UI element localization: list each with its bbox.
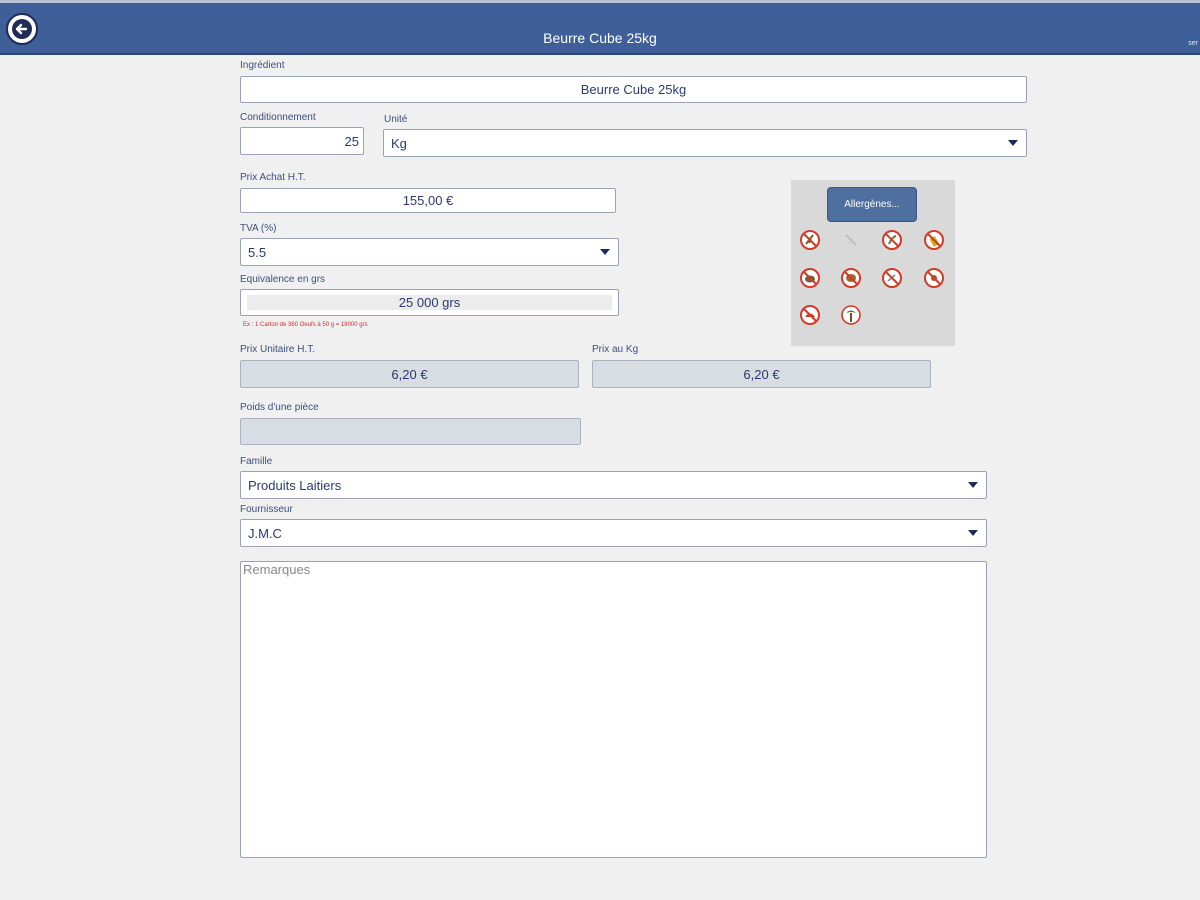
conditionnement-input[interactable]: 25 [240, 127, 364, 155]
no-nuts-icon[interactable] [840, 267, 862, 289]
equivalence-field[interactable]: 25 000 grs [240, 289, 619, 316]
unite-label: Unité [384, 114, 408, 125]
remarques-legend: Remarques [243, 562, 313, 577]
prix-achat-input[interactable]: 155,00 € [240, 188, 616, 213]
page-title: Beurre Cube 25kg [543, 30, 657, 46]
no-mollusc-icon[interactable] [799, 304, 821, 326]
prix-unitaire-label: Prix Unitaire H.T. [240, 344, 316, 355]
no-sesame-icon[interactable] [881, 229, 903, 251]
fournisseur-value: J.M.C [248, 525, 282, 541]
remarques-textarea[interactable]: Remarques [240, 561, 987, 858]
no-egg-icon[interactable] [923, 267, 945, 289]
allergens-button[interactable]: Allergènes... [827, 187, 917, 222]
allergen-panel: Allergènes... [791, 180, 955, 346]
fournisseur-select[interactable]: J.M.C [240, 519, 987, 547]
no-lupin-icon[interactable] [840, 229, 862, 251]
prix-kg-field: 6,20 € [592, 360, 931, 388]
famille-value: Produits Laitiers [248, 477, 342, 493]
no-gluten-icon[interactable] [799, 229, 821, 251]
tva-value: 5.5 [248, 244, 267, 260]
prix-kg-label: Prix au Kg [592, 344, 639, 355]
poids-piece-label: Poids d'une pièce [240, 402, 319, 413]
top-bar: Beurre Cube 25kg ser [0, 0, 1200, 55]
equivalence-label: Equivalence en grs [240, 274, 326, 285]
unite-value: Kg [391, 135, 407, 151]
chevron-down-icon [968, 482, 978, 488]
no-fish-icon[interactable] [881, 267, 903, 289]
ingredient-input[interactable]: Beurre Cube 25kg [240, 76, 1027, 103]
no-celery-icon[interactable] [840, 304, 862, 326]
equivalence-hint: Ex : 1 Carton de 360 Oeufs à 50 g = 1800… [243, 322, 368, 328]
equivalence-value: 25 000 grs [247, 295, 612, 310]
header-corner-text: ser [1188, 40, 1198, 47]
ingredient-label: Ingrédient [240, 60, 285, 71]
unite-select[interactable]: Kg [383, 129, 1027, 157]
conditionnement-label: Conditionnement [240, 112, 316, 123]
famille-select[interactable]: Produits Laitiers [240, 471, 987, 499]
famille-label: Famille [240, 456, 273, 467]
chevron-down-icon [1008, 140, 1018, 146]
poids-piece-field[interactable] [240, 418, 581, 445]
prix-unitaire-field: 6,20 € [240, 360, 579, 388]
chevron-down-icon [600, 249, 610, 255]
fournisseur-label: Fournisseur [240, 504, 293, 515]
no-mustard-icon[interactable] [923, 229, 945, 251]
tva-select[interactable]: 5.5 [240, 238, 619, 266]
tva-label: TVA (%) [240, 223, 277, 234]
no-crustacean-icon[interactable] [799, 267, 821, 289]
prix-achat-label: Prix Achat H.T. [240, 172, 306, 183]
chevron-down-icon [968, 530, 978, 536]
